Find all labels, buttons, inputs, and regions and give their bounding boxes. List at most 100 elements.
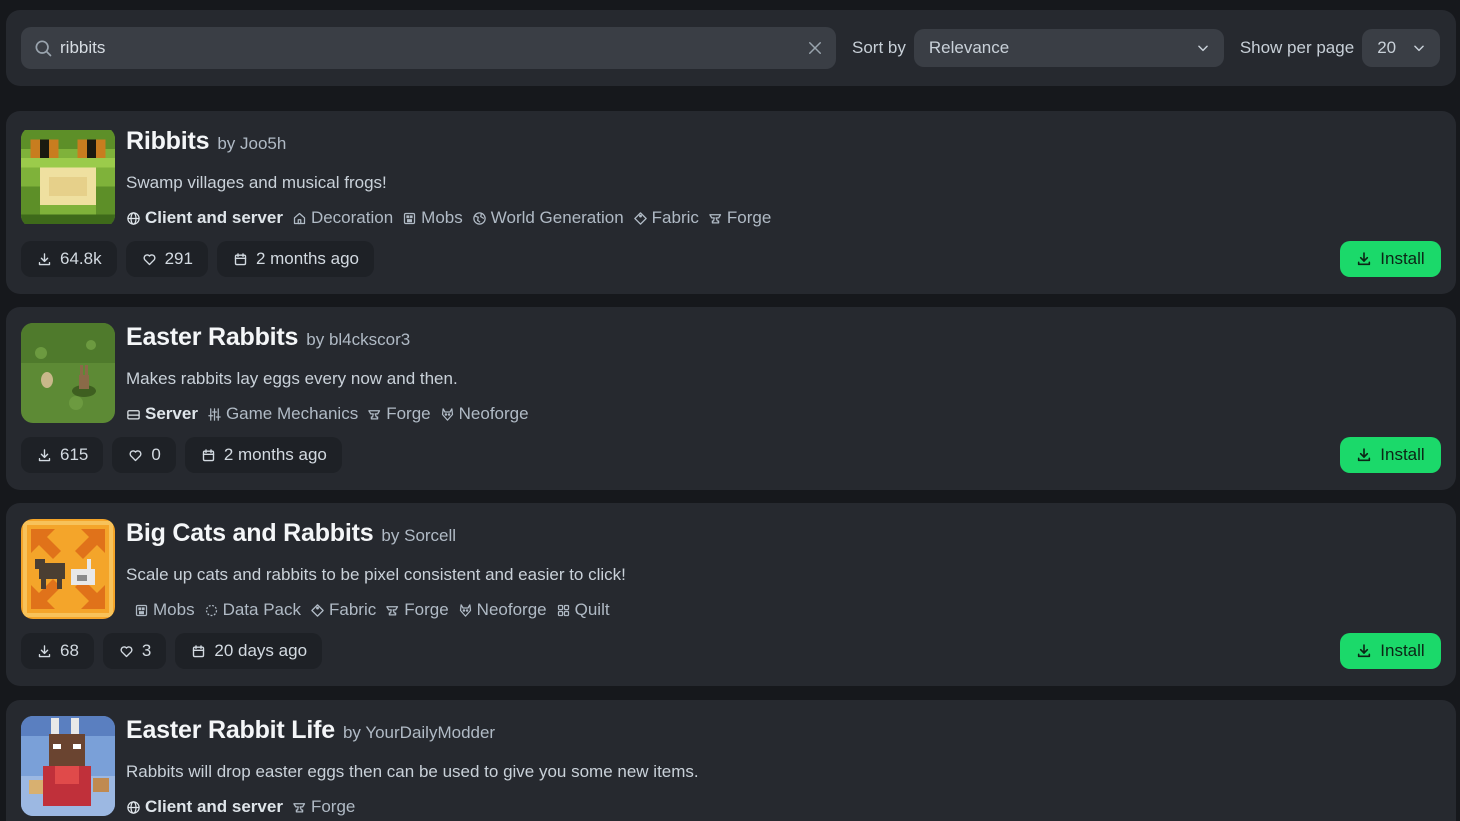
tag-label: Forge (726, 208, 772, 227)
project-icon-easter-rabbits[interactable] (21, 323, 115, 423)
updated-date: 2 months ago (216, 241, 374, 277)
result-card[interactable]: Ribbits by Joo5h Swamp villages and musi… (6, 111, 1456, 294)
mob-icon (404, 212, 416, 224)
tag-label: Fabric (651, 208, 699, 227)
project-icon-big-cats-and-rabbits[interactable] (21, 519, 115, 619)
search-input[interactable] (60, 38, 807, 58)
tag-neoforge: Neoforge (440, 404, 529, 424)
download-icon (38, 448, 51, 461)
project-title[interactable]: Ribbits (126, 127, 210, 156)
sort-by-label: Sort by (852, 38, 906, 57)
datapack-icon (205, 604, 217, 616)
install-button[interactable]: Install (1340, 437, 1441, 473)
tag-forge: Forge (385, 600, 449, 620)
per-page-selected-value: 20 (1377, 38, 1397, 57)
install-label: Install (1380, 641, 1425, 660)
calendar-icon (234, 252, 247, 265)
tag-client-and-server: Client and server (126, 797, 283, 817)
heart-icon (120, 645, 133, 657)
tag-label: Mobs (421, 208, 463, 227)
tag-game-mechanics: Game Mechanics (207, 404, 358, 424)
tag-fabric: Fabric (633, 208, 699, 228)
project-stats: 68 3 20 days ago (21, 633, 323, 669)
project-title[interactable]: Easter Rabbits (126, 323, 298, 352)
downloads-value: 68 (60, 641, 79, 660)
project-stats: 64.8k 291 2 months ago (21, 241, 374, 277)
tag-world-generation: World Generation (472, 208, 624, 228)
heart-icon (129, 449, 142, 461)
result-card[interactable]: Easter Rabbit Life by YourDailyModder Ra… (6, 700, 1456, 821)
project-tags: Client and server Decoration Mobs World … (126, 208, 771, 228)
project-description: Swamp villages and musical frogs! (126, 173, 387, 192)
tag-label: Data Pack (222, 600, 302, 619)
tag-label: Quilt (574, 600, 610, 619)
project-description: Makes rabbits lay eggs every now and the… (126, 369, 458, 388)
fox-icon (441, 407, 453, 421)
tag-icon (633, 211, 647, 225)
per-page-select[interactable]: 20 (1362, 29, 1440, 67)
search-box[interactable] (21, 27, 837, 69)
tag-decoration: Decoration (292, 208, 393, 228)
install-label: Install (1380, 445, 1425, 464)
server-icon (127, 409, 140, 419)
calendar-icon (202, 448, 215, 461)
tag-neoforge: Neoforge (458, 600, 547, 620)
quilt-icon (557, 604, 569, 616)
tag-label: Neoforge (476, 600, 547, 619)
downloads-value: 64.8k (60, 249, 102, 268)
anvil-icon (293, 802, 306, 812)
tag-label: Forge (386, 404, 431, 423)
mob-icon (135, 604, 148, 616)
tag-label: Forge (404, 600, 449, 619)
anvil-icon (386, 605, 399, 615)
download-icon (1358, 448, 1371, 462)
project-description: Scale up cats and rabbits to be pixel co… (126, 565, 626, 584)
project-title[interactable]: Big Cats and Rabbits (126, 519, 374, 548)
updated-value: 2 months ago (223, 445, 327, 464)
result-card[interactable]: Easter Rabbits by bl4ckscor3 Makes rabbi… (6, 307, 1456, 490)
fox-icon (459, 603, 471, 617)
globe-icon (127, 211, 140, 225)
follows-count: 291 (125, 241, 208, 277)
updated-date: 2 months ago (184, 437, 342, 473)
sort-select[interactable]: Relevance (913, 29, 1224, 67)
install-button[interactable]: Install (1340, 633, 1441, 669)
project-author[interactable]: by Joo5h (217, 134, 286, 154)
tag-label: Mobs (153, 600, 195, 619)
download-icon (1358, 644, 1371, 658)
project-description: Rabbits will drop easter eggs then can b… (126, 762, 699, 781)
tag-forge: Forge (367, 404, 431, 424)
tag-forge: Forge (292, 797, 355, 817)
project-tags: Server Game Mechanics Forge Neoforge (126, 404, 529, 424)
result-card[interactable]: Big Cats and Rabbits by Sorcell Scale up… (6, 503, 1456, 686)
tag-label: Neoforge (458, 404, 529, 423)
project-tags: Mobs Data Pack Fabric Forge Neoforge Qui… (134, 600, 610, 620)
tag-label: World Generation (490, 208, 624, 227)
heart-icon (143, 253, 156, 265)
anvil-icon (709, 213, 722, 223)
follows-count: 3 (102, 633, 167, 669)
project-icon-ribbits[interactable] (21, 127, 115, 227)
install-button[interactable]: Install (1340, 241, 1441, 277)
calendar-icon (193, 644, 205, 657)
project-author[interactable]: by Sorcell (381, 526, 456, 546)
tag-label: Fabric (329, 600, 377, 619)
updated-value: 2 months ago (255, 249, 359, 268)
clear-search-icon[interactable] (806, 39, 824, 57)
download-icon (38, 644, 51, 657)
chevron-down-icon (1198, 45, 1208, 52)
globe-icon (127, 800, 140, 814)
project-author[interactable]: by bl4ckscor3 (306, 330, 410, 350)
download-icon (1358, 252, 1371, 266)
updated-date: 20 days ago (175, 633, 323, 669)
follows-value: 291 (164, 249, 193, 268)
project-icon-easter-rabbit-life[interactable] (21, 716, 115, 816)
follows-value: 0 (151, 445, 161, 464)
search-icon (35, 40, 52, 57)
anvil-icon (368, 409, 381, 419)
tag-label: Game Mechanics (225, 404, 359, 423)
project-author[interactable]: by YourDailyModder (343, 723, 495, 743)
tag-mobs: Mobs (402, 208, 463, 228)
tag-label: Forge (310, 797, 356, 816)
project-title[interactable]: Easter Rabbit Life (126, 716, 335, 745)
